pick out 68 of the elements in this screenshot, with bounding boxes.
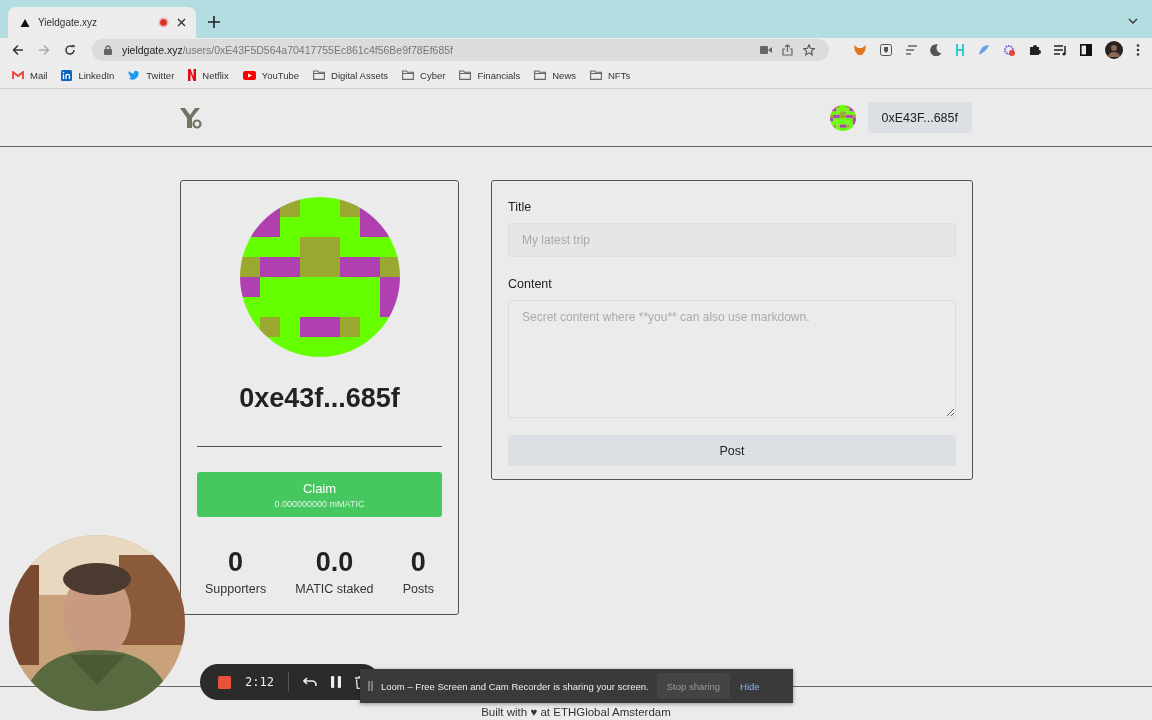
pause-icon[interactable] [330, 676, 341, 688]
field-label: Title [508, 200, 533, 214]
bookmark-item[interactable]: Digital Assets [313, 69, 389, 81]
new-tab-icon[interactable] [208, 16, 220, 28]
stat-label: Posts [402, 582, 434, 596]
fox-icon[interactable] [853, 44, 867, 56]
address-bar[interactable]: yieldgate.xyz/users/0xE43F5D564a70417755Ec861c4f56Be9f78Ef685f [92, 39, 829, 61]
bookmark-item[interactable]: Cyber [402, 69, 446, 81]
wallet-address: 0xe43f...685f [239, 383, 400, 414]
tab-title: Yieldgate.xyz [38, 17, 99, 28]
field-label: Content [508, 277, 553, 291]
profile-avatar-icon[interactable] [1105, 41, 1123, 59]
triangle-icon [20, 17, 30, 28]
identicon-icon [239, 197, 400, 357]
stat-value: 0 [228, 547, 244, 578]
camera-icon[interactable] [760, 46, 772, 54]
identicon-icon [829, 104, 856, 131]
folder-icon [590, 70, 602, 80]
hide-button[interactable]: Hide [738, 680, 762, 692]
logo-icon[interactable] [179, 106, 203, 129]
bookmark-item[interactable]: News [534, 69, 576, 81]
menu-icon[interactable] [1136, 44, 1140, 56]
stat-label: MATIC staked [295, 582, 374, 596]
bookmark-item[interactable]: Mail [12, 69, 48, 81]
recording-time: 2:12 [245, 675, 274, 689]
n-icon [188, 69, 197, 81]
share-icon[interactable] [782, 44, 793, 56]
bookmark-item[interactable]: YouTube [242, 69, 300, 81]
folder-icon [402, 70, 415, 80]
bookmark-item[interactable]: Twitter [128, 69, 175, 81]
stop-sharing-button[interactable]: Stop sharing [656, 673, 731, 699]
lines-icon[interactable] [905, 45, 917, 55]
bookmark-item[interactable]: NFTs [590, 69, 631, 81]
back-icon[interactable] [12, 44, 24, 56]
playlist-icon[interactable] [1054, 44, 1067, 56]
browser-tab[interactable]: Yieldgate.xyz [8, 7, 196, 38]
stat-value: 0.0 [315, 547, 354, 578]
title-input[interactable]: My latest trip [508, 223, 956, 257]
bookmark-item[interactable]: LinkedIn [61, 69, 115, 81]
burst-icon[interactable] [1003, 43, 1016, 57]
play-icon [242, 70, 256, 80]
moon-icon[interactable] [930, 44, 942, 56]
url-text: yieldgate.xyz/users/0xE43F5D564a70417755Ec861c4f56Be9f78Ef685f [122, 44, 453, 56]
folder-icon [313, 70, 326, 80]
close-icon[interactable] [177, 18, 186, 27]
star-icon[interactable] [803, 44, 815, 56]
notification-text: Loom – Free Screen and Cam Recorder is sharing your screen. [381, 680, 649, 692]
undo-icon[interactable] [302, 677, 317, 687]
shield-icon[interactable] [880, 44, 892, 56]
chevron-down-icon[interactable] [1128, 18, 1138, 24]
footer-text: Built with ♥ at ETHGlobal Amsterdam [481, 706, 671, 720]
bookmark-item[interactable]: Financials [459, 69, 521, 81]
drag-handle-icon[interactable] [368, 681, 373, 691]
envelope-icon [12, 70, 24, 80]
in-icon [61, 69, 73, 81]
bird-icon [128, 70, 141, 80]
folder-icon [534, 70, 547, 80]
folder-icon [459, 70, 472, 80]
post-button[interactable]: Post [508, 435, 956, 466]
bookmark-item[interactable]: Netflix [188, 69, 229, 81]
stat-value: 0 [410, 547, 426, 578]
sidebar-icon[interactable] [1080, 44, 1092, 56]
account-button[interactable]: 0xE43F...685f [867, 102, 972, 133]
reload-icon[interactable] [64, 44, 76, 56]
content-textarea[interactable]: Secret content where **you** can also use markdown. [508, 300, 956, 418]
lock-icon [104, 45, 112, 55]
stop-icon[interactable] [218, 675, 231, 689]
stat-label: Supporters [205, 582, 267, 596]
